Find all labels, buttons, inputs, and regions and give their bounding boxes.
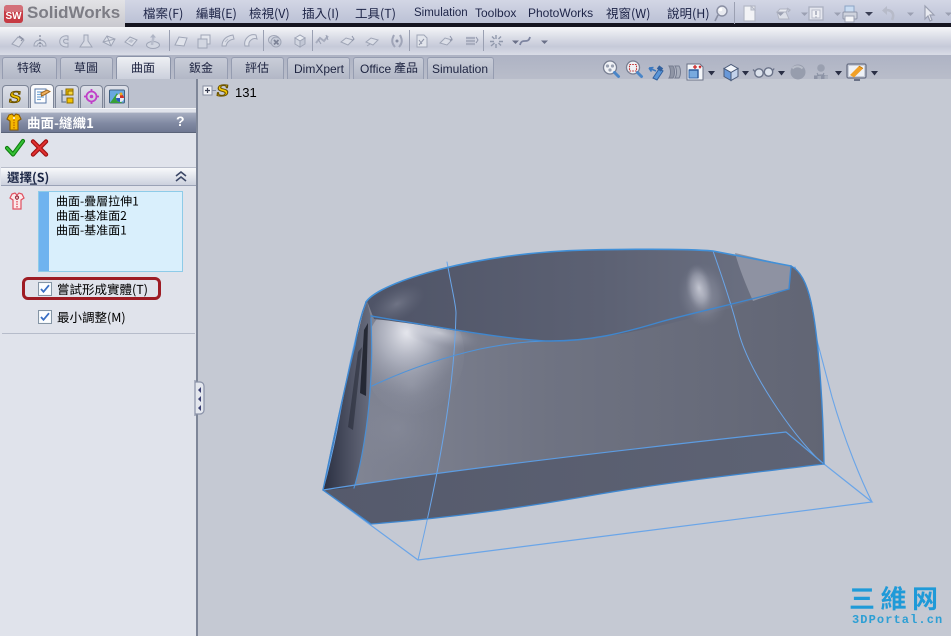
svg-text:S: S xyxy=(215,82,230,100)
svg-text:S: S xyxy=(8,88,23,105)
